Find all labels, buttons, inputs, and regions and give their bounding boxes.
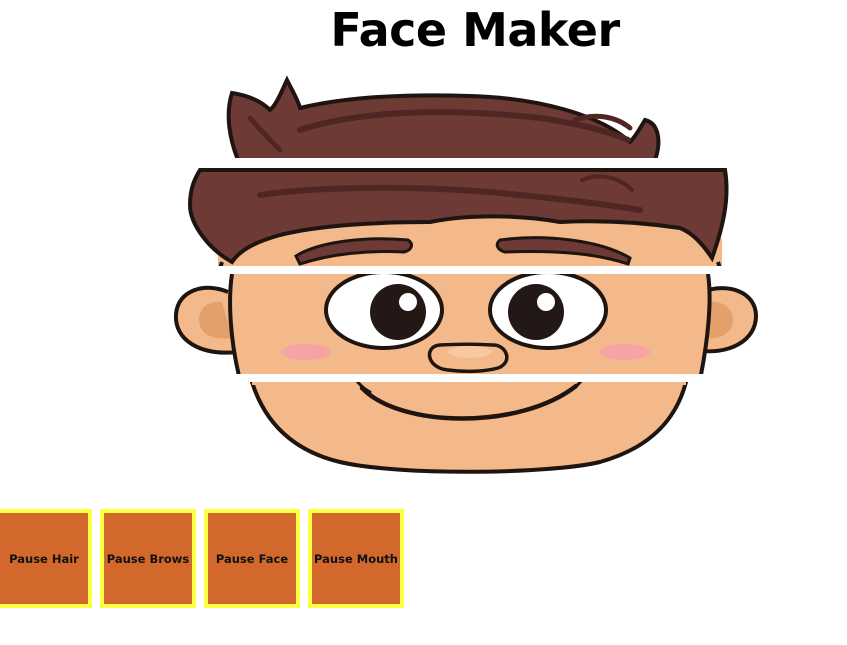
pause-brows-button[interactable]: Pause Brows [100, 509, 196, 608]
left-pupil [370, 284, 426, 340]
pause-mouth-button[interactable]: Pause Mouth [308, 509, 404, 608]
brows-strip [0, 166, 847, 266]
left-eye-shine [399, 293, 417, 311]
mouth-strip [0, 382, 847, 482]
left-cheek [281, 344, 331, 360]
chin-shape [249, 382, 689, 474]
mouth-layer-graphic [249, 382, 689, 474]
right-cheek [600, 344, 650, 360]
hair-layer-graphic [226, 75, 661, 158]
brows-layer-graphic [187, 168, 729, 266]
pause-hair-button[interactable]: Pause Hair [0, 509, 92, 608]
pause-face-button[interactable]: Pause Face [204, 509, 300, 608]
right-eye-shine [537, 293, 555, 311]
right-pupil [508, 284, 564, 340]
face-strip [0, 274, 847, 374]
hair-top-shape [226, 75, 661, 158]
face-canvas [0, 0, 847, 500]
nose-highlight [448, 346, 492, 358]
face-layer-graphic [173, 274, 759, 374]
hair-strip [0, 70, 847, 158]
